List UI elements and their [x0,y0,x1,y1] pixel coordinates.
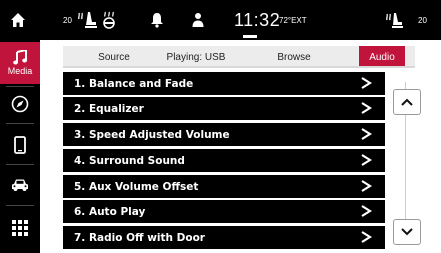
clock-underline [243,35,257,38]
heated-wheel-icon[interactable] [100,0,118,40]
media-tabs: Source Playing: USB Browse Audio [63,46,415,68]
list-item-label: 1. Balance and Fade [74,77,194,90]
sidebar: Media [0,40,40,253]
scroll-controls [385,72,441,253]
scroll-up-button[interactable] [393,89,421,115]
list-item[interactable]: 6. Auto Play [63,200,385,223]
music-note-icon [13,50,27,65]
apps-grid-icon [12,220,28,236]
list-item[interactable]: 2. Equalizer [63,97,385,120]
list-item[interactable]: 5. Aux Volume Offset [63,175,385,198]
sidebar-item-phone[interactable] [0,127,40,163]
divider [6,123,34,124]
chevron-right-icon [361,205,372,217]
chevron-down-icon [401,228,413,236]
sidebar-item-media[interactable]: Media [0,42,40,84]
sidebar-item-vehicle[interactable] [0,167,40,203]
list-item-label: 4. Surround Sound [74,154,185,167]
chevron-right-icon [361,154,372,166]
user-profile-icon[interactable] [192,0,204,40]
list-item[interactable]: 4. Surround Sound [63,149,385,172]
phone-icon [14,136,26,154]
car-icon [12,179,28,191]
media-audio-screen: 20 11:32 72°EXT 20 Media Source Playing:… [0,0,441,253]
heated-seat-right-icon[interactable] [384,0,404,40]
chevron-right-icon [361,180,372,192]
scroll-down-button[interactable] [393,219,421,245]
chevron-right-icon [361,231,372,243]
tab-playing-usb[interactable]: Playing: USB [151,46,241,68]
chevron-up-icon [401,98,413,106]
heated-seat-icon[interactable] [76,0,98,40]
list-item-label: 5. Aux Volume Offset [74,180,199,193]
tab-audio[interactable]: Audio [359,46,405,68]
right-temp: 20 [418,15,427,25]
sidebar-item-navigation[interactable] [0,88,40,120]
tab-browse[interactable]: Browse [259,46,329,68]
bell-icon[interactable] [150,0,164,40]
list-item[interactable]: 7. Radio Off with Door [63,226,385,249]
status-bar: 20 11:32 72°EXT 20 [0,0,441,40]
divider [6,86,34,87]
list-item-label: 3. Speed Adjusted Volume [74,128,230,141]
chevron-right-icon [361,128,372,140]
chevron-right-icon [361,102,372,114]
sidebar-item-apps[interactable] [0,208,40,248]
compass-icon [11,95,29,113]
tabs-underline [63,66,415,68]
list-item-label: 2. Equalizer [74,102,144,115]
list-item[interactable]: 1. Balance and Fade [63,72,385,95]
divider [6,164,34,165]
divider [6,205,34,206]
list-item[interactable]: 3. Speed Adjusted Volume [63,123,385,146]
left-temp: 20 [63,15,72,25]
home-icon[interactable] [10,0,26,40]
list-item-label: 7. Radio Off with Door [74,231,205,244]
outside-temp: 72°EXT [279,15,307,25]
list-item-label: 6. Auto Play [74,205,146,218]
sidebar-item-label: Media [7,66,33,76]
chevron-right-icon [361,77,372,89]
tab-source[interactable]: Source [81,46,147,68]
clock: 11:32 [234,9,281,30]
